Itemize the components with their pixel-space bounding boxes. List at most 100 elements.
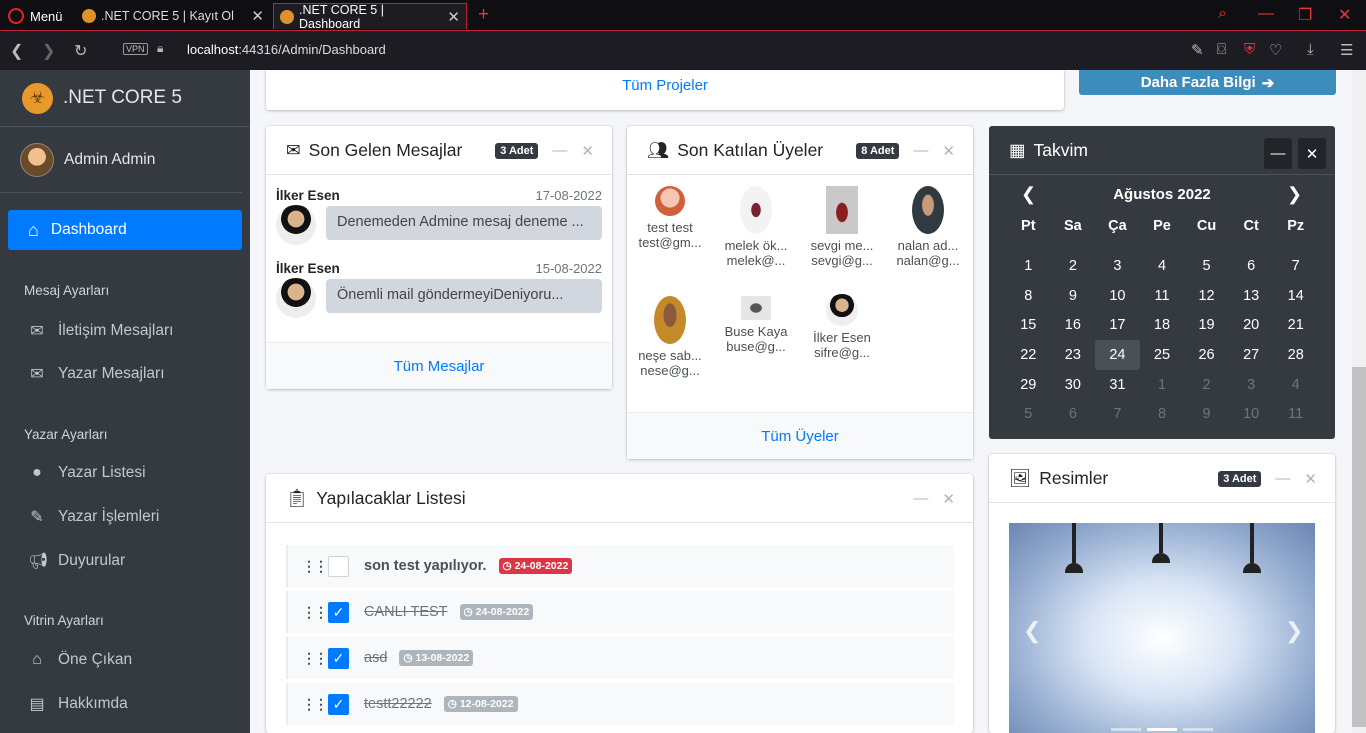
message-item[interactable]: İlker Esen 17-08-2022 Denemeden Admine m…: [276, 188, 602, 245]
calendar-day[interactable]: 5: [1184, 251, 1229, 281]
search-tabs-icon[interactable]: ⌕: [1218, 5, 1227, 23]
prev-month-icon[interactable]: ❮: [1021, 184, 1036, 205]
all-projects-link[interactable]: Tüm Projeler: [266, 70, 1064, 94]
maximize-icon[interactable]: ❐: [1298, 5, 1312, 25]
calendar-day[interactable]: 31: [1095, 370, 1140, 400]
calendar-day[interactable]: 26: [1184, 340, 1229, 370]
calendar-day[interactable]: 17: [1095, 310, 1140, 340]
calendar-day[interactable]: 4: [1140, 251, 1185, 281]
sidebar-item-writer-messages[interactable]: ✉ Yazar Mesajları: [28, 364, 164, 384]
calendar-day[interactable]: 10: [1229, 399, 1274, 429]
member-item[interactable]: test test test@gm...: [629, 186, 711, 250]
sidebar-item-about[interactable]: ▤ Hakkımda: [28, 694, 127, 714]
calendar-day[interactable]: 10: [1095, 281, 1140, 311]
back-icon[interactable]: ❮: [10, 41, 23, 61]
collapse-icon[interactable]: —: [913, 142, 928, 159]
calendar-day[interactable]: 27: [1229, 340, 1274, 370]
calendar-day[interactable]: 28: [1273, 340, 1318, 370]
calendar-day-today[interactable]: 24: [1095, 340, 1140, 370]
todo-item[interactable]: ⋮⋮ ✓ testt22222 ◷ 12-08-2022: [286, 683, 954, 725]
browser-tab-active[interactable]: .NET CORE 5 | Dashboard ✕: [273, 3, 467, 31]
member-item[interactable]: Buse Kaya buse@g...: [715, 296, 797, 354]
calendar-day[interactable]: 3: [1095, 251, 1140, 281]
reload-icon[interactable]: ↻: [74, 41, 87, 61]
calendar-day[interactable]: 29: [1006, 370, 1051, 400]
calendar-day[interactable]: 1: [1140, 370, 1185, 400]
sidebar-item-announcements[interactable]: 📢︎ Duyurular: [28, 551, 125, 571]
carousel-indicator[interactable]: [1111, 728, 1141, 731]
sidebar-item-writer-operations[interactable]: ✎ Yazar İşlemleri: [28, 507, 159, 527]
member-item[interactable]: İlker Esen sifre@g...: [801, 294, 883, 360]
todo-item[interactable]: ⋮⋮ son test yapılıyor. ◷ 24-08-2022: [286, 545, 954, 587]
calendar-day[interactable]: 15: [1006, 310, 1051, 340]
close-tab-icon[interactable]: ✕: [251, 7, 264, 25]
page-scrollbar-thumb[interactable]: [1352, 367, 1366, 727]
calendar-day[interactable]: 8: [1006, 281, 1051, 311]
message-item[interactable]: İlker Esen 15-08-2022 Önemli mail gönder…: [276, 261, 602, 318]
collapse-icon[interactable]: —: [913, 490, 928, 507]
calendar-day[interactable]: 8: [1140, 399, 1185, 429]
carousel-next-icon[interactable]: ❯: [1285, 618, 1303, 644]
image-carousel[interactable]: ❮ ❯: [1009, 523, 1315, 733]
todo-checkbox-checked[interactable]: ✓: [328, 601, 349, 623]
sidebar-item-featured[interactable]: ⌂ Öne Çıkan: [28, 651, 132, 669]
todo-checkbox-checked[interactable]: ✓: [328, 693, 349, 715]
calendar-day[interactable]: 12: [1184, 281, 1229, 311]
calendar-day[interactable]: 14: [1273, 281, 1318, 311]
calendar-day[interactable]: 19: [1184, 310, 1229, 340]
close-window-icon[interactable]: ✕: [1338, 5, 1351, 25]
calendar-day[interactable]: 6: [1229, 251, 1274, 281]
calendar-day[interactable]: 6: [1051, 399, 1096, 429]
calendar-day[interactable]: 9: [1184, 399, 1229, 429]
calendar-day[interactable]: 5: [1006, 399, 1051, 429]
todo-checkbox-checked[interactable]: ✓: [328, 647, 349, 669]
edit-icon[interactable]: ✎: [1191, 41, 1204, 59]
all-messages-link[interactable]: Tüm Mesajlar: [266, 342, 612, 389]
calendar-day[interactable]: 7: [1273, 251, 1318, 281]
calendar-day[interactable]: 11: [1273, 399, 1318, 429]
carousel-indicator-active[interactable]: [1147, 728, 1177, 731]
calendar-day[interactable]: 23: [1051, 340, 1096, 370]
calendar-day[interactable]: 3: [1229, 370, 1274, 400]
camera-icon[interactable]: ⌼: [1217, 41, 1226, 58]
calendar-day[interactable]: 18: [1140, 310, 1185, 340]
next-month-icon[interactable]: ❯: [1287, 184, 1302, 205]
adblock-shield-icon[interactable]: ⛨: [1244, 41, 1255, 58]
close-icon[interactable]: ✕: [581, 142, 594, 160]
user-panel[interactable]: Admin Admin: [0, 127, 242, 193]
url-field[interactable]: localhost:44316/Admin/Dashboard: [187, 42, 386, 57]
calendar-day[interactable]: 2: [1051, 251, 1096, 281]
collapse-button[interactable]: —: [1264, 138, 1292, 169]
easy-setup-icon[interactable]: ☰: [1340, 41, 1353, 59]
lock-icon[interactable]: 🔒︎: [157, 41, 163, 56]
drag-handle-icon[interactable]: ⋮⋮: [302, 650, 328, 667]
forward-icon[interactable]: ❯: [42, 41, 55, 61]
browser-tab[interactable]: .NET CORE 5 | Kayıt Ol ✕: [76, 3, 270, 29]
opera-menu-button[interactable]: Menü: [8, 6, 63, 26]
member-item[interactable]: melek ök... melek@...: [715, 186, 797, 268]
calendar-day[interactable]: 30: [1051, 370, 1096, 400]
sidebar-item-contact-messages[interactable]: ✉ İletişim Mesajları: [28, 321, 173, 341]
heart-icon[interactable]: ♡: [1269, 41, 1282, 59]
close-icon[interactable]: ✕: [942, 142, 955, 160]
vpn-badge[interactable]: VPN: [123, 43, 148, 55]
carousel-indicator[interactable]: [1183, 728, 1213, 731]
drag-handle-icon[interactable]: ⋮⋮: [302, 604, 328, 621]
calendar-day[interactable]: 16: [1051, 310, 1096, 340]
calendar-day[interactable]: 1: [1006, 251, 1051, 281]
calendar-day[interactable]: 4: [1273, 370, 1318, 400]
close-button[interactable]: ✕: [1298, 138, 1326, 169]
todo-item[interactable]: ⋮⋮ ✓ CANLI TEST ◷ 24-08-2022: [286, 591, 954, 633]
member-item[interactable]: neşe sab... nese@g...: [629, 296, 711, 378]
calendar-day[interactable]: 11: [1140, 281, 1185, 311]
close-tab-icon[interactable]: ✕: [447, 8, 460, 26]
brand-link[interactable]: ☣ .NET CORE 5: [0, 70, 250, 127]
todo-checkbox[interactable]: [328, 555, 349, 577]
collapse-icon[interactable]: —: [1275, 470, 1290, 487]
sidebar-item-dashboard[interactable]: ⌂ Dashboard: [8, 210, 242, 250]
carousel-prev-icon[interactable]: ❮: [1023, 618, 1041, 644]
drag-handle-icon[interactable]: ⋮⋮: [302, 696, 328, 713]
calendar-day[interactable]: 25: [1140, 340, 1185, 370]
calendar-day[interactable]: 13: [1229, 281, 1274, 311]
calendar-day[interactable]: 21: [1273, 310, 1318, 340]
